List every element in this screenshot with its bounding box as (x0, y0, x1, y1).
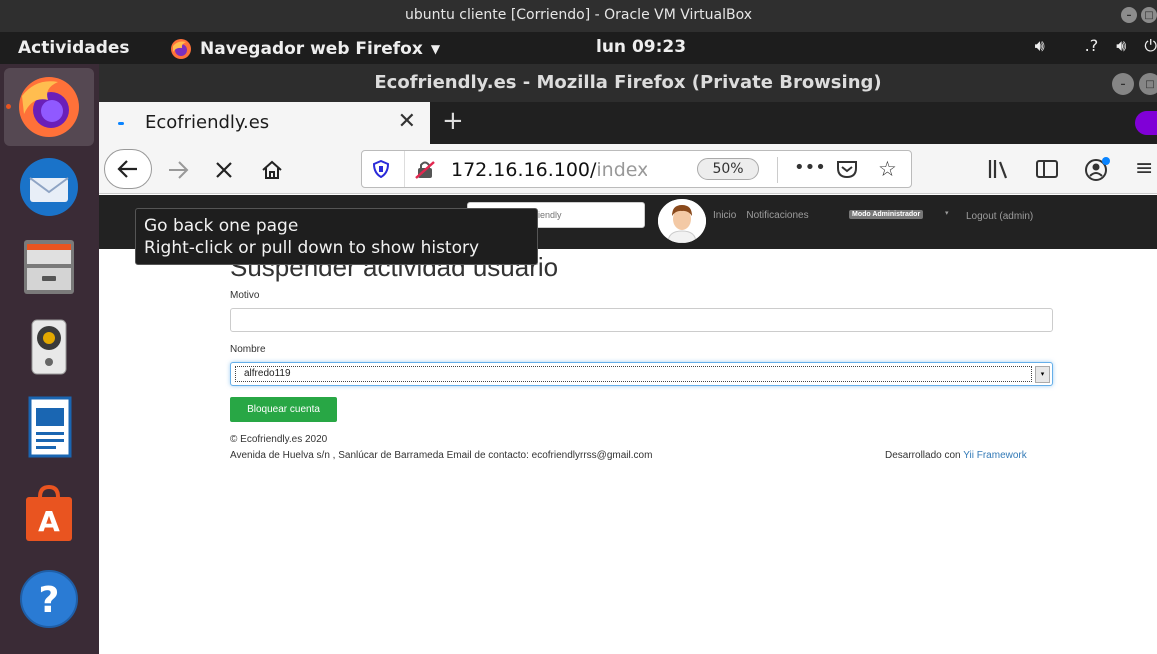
stop-x-icon (216, 162, 232, 178)
home-icon (262, 160, 282, 179)
dock-firefox[interactable] (4, 68, 94, 146)
app-menu-label: Navegador web Firefox (200, 39, 423, 59)
firefox-titlebar: Ecofriendly.es - Mozilla Firefox (Privat… (99, 64, 1157, 102)
forward-button[interactable] (161, 153, 195, 187)
app-menu[interactable]: Navegador web Firefox ▼ (170, 38, 440, 60)
motivo-label: Motivo (230, 290, 260, 301)
dock-help[interactable]: ? (4, 560, 94, 638)
zoom-reset-button[interactable]: 50% (697, 158, 759, 180)
arrow-left-icon (117, 160, 137, 178)
close-icon[interactable]: ✕ (398, 109, 416, 134)
software-store-icon: A (26, 485, 72, 541)
tab-ecofriendly[interactable]: Ecofriendly.es ✕ (99, 102, 430, 144)
tab-strip: Ecofriendly.es ✕ + (99, 102, 1157, 144)
tab-label: Ecofriendly.es (145, 112, 270, 133)
block-account-button[interactable]: Bloquear cuenta (230, 397, 337, 422)
dock-files[interactable] (4, 228, 94, 306)
firefox-small-icon (171, 39, 191, 59)
url-text[interactable]: 172.16.16.100/index (451, 159, 647, 181)
speaker-music-icon (31, 319, 67, 375)
activities-button[interactable]: Actividades (18, 38, 130, 58)
pocket-icon[interactable] (836, 159, 858, 183)
private-browsing-icon (1135, 111, 1157, 135)
writer-document-icon (28, 396, 72, 458)
page-actions-icon[interactable]: ••• (794, 157, 826, 178)
nav-link-notificaciones[interactable]: Notificaciones (746, 210, 808, 221)
firefox-icon (19, 77, 79, 137)
thunderbird-mail-icon (20, 158, 78, 216)
tooltip-line-1: Go back one page (144, 216, 299, 236)
insecure-lock-icon[interactable] (414, 160, 436, 184)
dock-writer[interactable] (4, 388, 94, 466)
maximize-icon[interactable]: □ (1139, 73, 1157, 95)
firefox-window: Ecofriendly.es - Mozilla Firefox (Privat… (99, 64, 1157, 654)
footer-copyright: © Ecofriendly.es 2020 (230, 434, 328, 445)
dock-rhythmbox[interactable] (4, 308, 94, 386)
new-tab-button[interactable]: + (442, 106, 464, 136)
virtualbox-window-title: ubuntu cliente [Corriendo] - Oracle VM V… (404, 7, 753, 23)
power-icon[interactable]: ⏻ (1144, 36, 1157, 56)
nombre-select[interactable]: alfredo119 ▾ (230, 362, 1053, 386)
clock[interactable]: lun 09:23 (596, 37, 686, 57)
running-indicator (6, 104, 11, 109)
logout-link[interactable]: Logout (admin) (966, 211, 1033, 222)
desktop: ubuntu cliente [Corriendo] - Oracle VM V… (0, 0, 1157, 654)
loading-indicator-icon (118, 122, 124, 125)
web-page: Inicio Notificaciones Modo Administrador… (99, 195, 1157, 654)
stop-button[interactable] (207, 153, 241, 187)
dock-software[interactable]: A (4, 476, 94, 554)
dock: A ? (0, 64, 99, 654)
motivo-field[interactable] (230, 308, 1053, 332)
help-icon: ? (20, 570, 78, 628)
footer-address: Avenida de Huelva s/n , Sanlúcar de Barr… (230, 450, 653, 461)
back-button-tooltip: Go back one page Right-click or pull dow… (135, 208, 538, 265)
dropdown-arrow-icon[interactable]: ▾ (1035, 366, 1050, 383)
avatar[interactable] (658, 199, 706, 243)
minimize-icon[interactable]: – (1121, 7, 1137, 23)
tooltip-line-2: Right-click or pull down to show history (144, 238, 480, 258)
chevron-down-icon: ▼ (430, 42, 441, 56)
nombre-label: Nombre (230, 344, 266, 355)
back-button[interactable] (104, 149, 152, 189)
tracking-shield-icon[interactable] (372, 159, 390, 182)
arrow-right-icon (169, 161, 189, 179)
nav-link-inicio[interactable]: Inicio (713, 210, 736, 221)
maximize-icon[interactable]: □ (1141, 7, 1157, 23)
sidebar-icon[interactable] (1035, 158, 1059, 184)
speaker-icon[interactable]: 🔊︎ (1035, 36, 1045, 56)
account-icon[interactable] (1083, 156, 1111, 186)
footer-developed-with: Desarrollado con Yii Framework (885, 450, 1027, 461)
yii-framework-link[interactable]: Yii Framework (963, 450, 1027, 461)
navigation-toolbar: 172.16.16.100/index 50% ••• ☆ ≡ (99, 144, 1157, 194)
svg-text:?: ? (39, 580, 60, 621)
home-button[interactable] (255, 153, 289, 187)
bookmark-star-icon[interactable]: ☆ (878, 157, 897, 181)
firefox-window-title: Ecofriendly.es - Mozilla Firefox (Privat… (374, 72, 882, 93)
nombre-selected-value: alfredo119 (235, 366, 1032, 382)
volume-icon[interactable]: 🔊︎ (1116, 36, 1126, 56)
caret-down-icon[interactable]: ▾ (945, 209, 949, 217)
minimize-icon[interactable]: – (1112, 73, 1134, 95)
dock-thunderbird[interactable] (4, 148, 94, 226)
admin-mode-badge[interactable]: Modo Administrador (849, 210, 924, 219)
ubuntu-top-panel: Actividades Navegador web Firefox ▼ lun … (0, 32, 1157, 64)
hamburger-menu-icon[interactable]: ≡ (1135, 156, 1153, 181)
url-bar[interactable]: 172.16.16.100/index 50% ••• ☆ (361, 150, 912, 188)
file-cabinet-icon (24, 240, 74, 294)
virtualbox-titlebar: ubuntu cliente [Corriendo] - Oracle VM V… (0, 0, 1157, 32)
svg-text:A: A (38, 505, 60, 538)
library-icon[interactable] (987, 158, 1011, 184)
network-question-icon[interactable]: .? (1085, 36, 1099, 56)
system-tray[interactable]: 🔊︎ .? 🔊︎ ⏻ (1035, 36, 1157, 56)
